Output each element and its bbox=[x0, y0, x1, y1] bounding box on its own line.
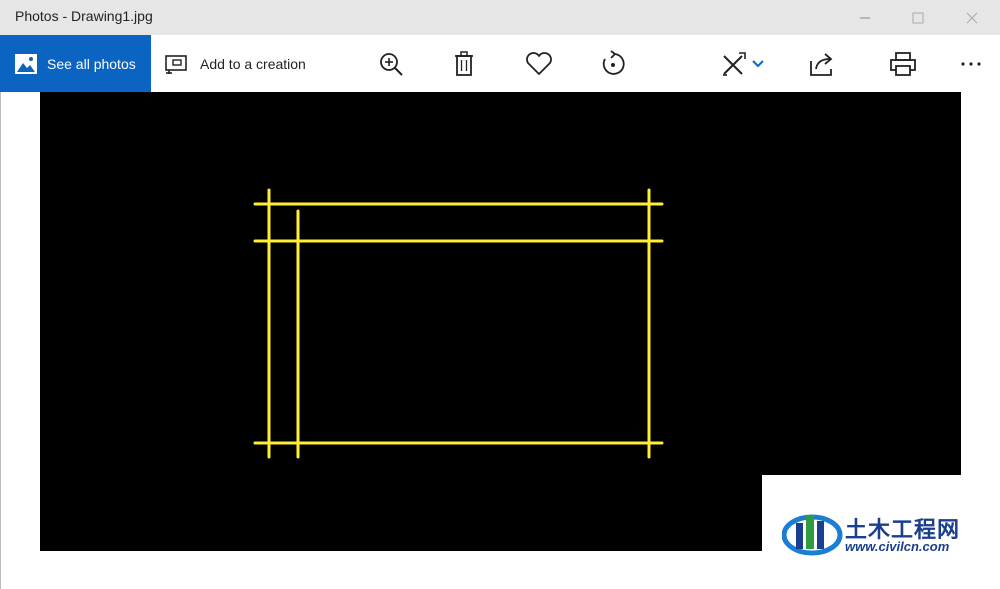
close-icon bbox=[966, 12, 978, 23]
zoom-in-icon bbox=[380, 52, 403, 76]
more-icon bbox=[961, 61, 981, 66]
window-left-border bbox=[0, 92, 1, 589]
maximize-button[interactable] bbox=[895, 0, 941, 35]
title-bar: Photos - Drawing1.jpg bbox=[0, 0, 1000, 35]
watermark-url: www.civilcn.com bbox=[845, 539, 950, 554]
favorite-button[interactable] bbox=[523, 35, 555, 92]
photo-icon bbox=[15, 53, 37, 74]
add-to-creation-button[interactable]: Add to a creation bbox=[164, 35, 306, 92]
chevron-down-icon bbox=[752, 59, 764, 67]
maximize-icon bbox=[912, 12, 924, 23]
toolbar: See all photos Add to a creation bbox=[0, 35, 1000, 92]
minimize-button[interactable] bbox=[842, 0, 888, 35]
print-button[interactable] bbox=[887, 35, 919, 92]
close-button[interactable] bbox=[949, 0, 995, 35]
see-all-photos-label: See all photos bbox=[47, 55, 136, 72]
rotate-button[interactable] bbox=[597, 35, 629, 92]
add-to-creation-label: Add to a creation bbox=[200, 55, 306, 72]
delete-button[interactable] bbox=[450, 35, 478, 92]
zoom-in-button[interactable] bbox=[374, 35, 408, 92]
heart-icon bbox=[526, 51, 552, 75]
delete-icon bbox=[455, 50, 473, 76]
rotate-icon bbox=[602, 49, 625, 75]
add-creation-icon bbox=[165, 54, 187, 74]
see-all-photos-button[interactable]: See all photos bbox=[0, 35, 151, 92]
watermark-logo bbox=[782, 514, 843, 556]
window-title: Photos - Drawing1.jpg bbox=[15, 8, 153, 24]
print-icon bbox=[890, 51, 916, 76]
edit-create-button[interactable] bbox=[716, 35, 768, 92]
edit-draw-icon bbox=[723, 51, 746, 76]
more-options-button[interactable] bbox=[955, 35, 987, 92]
share-icon bbox=[810, 52, 833, 76]
minimize-icon bbox=[860, 17, 870, 18]
share-button[interactable] bbox=[806, 35, 838, 92]
